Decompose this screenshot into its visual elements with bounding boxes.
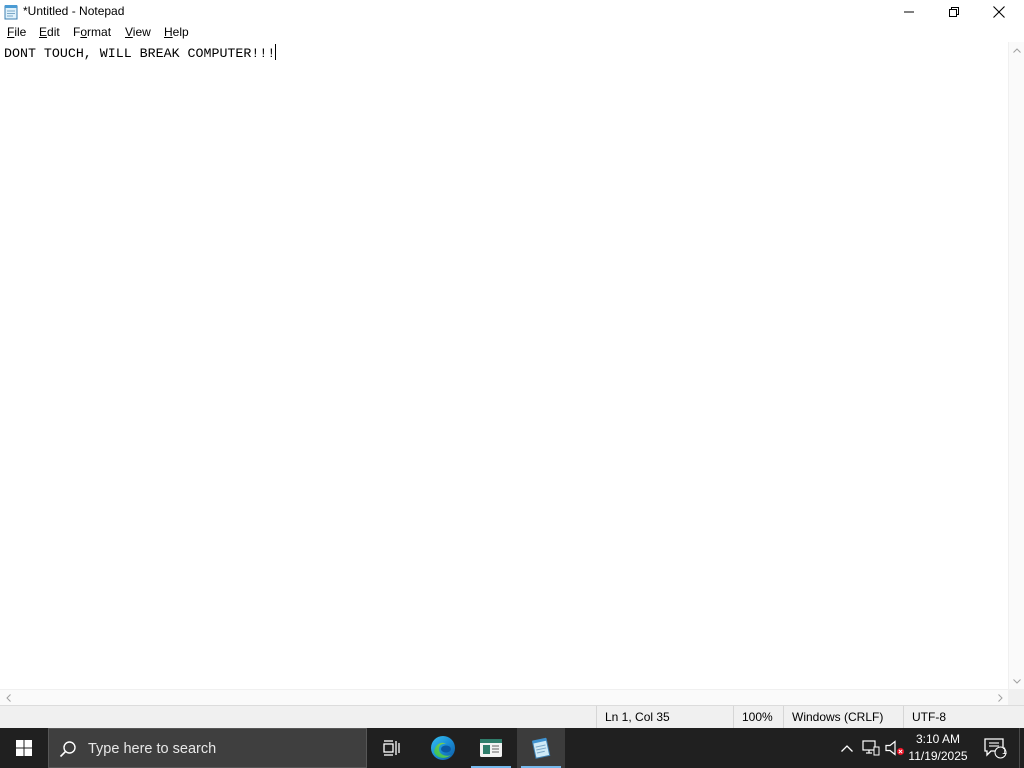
menu-file[interactable]: File bbox=[7, 25, 26, 40]
restore-button[interactable] bbox=[931, 0, 977, 23]
scroll-up-icon[interactable] bbox=[1009, 42, 1024, 58]
status-bar: Ln 1, Col 35 100% Windows (CRLF) UTF-8 bbox=[0, 705, 1024, 728]
notepad-icon bbox=[531, 737, 551, 759]
title-bar[interactable]: *Untitled - Notepad bbox=[0, 0, 1024, 23]
horizontal-scrollbar[interactable] bbox=[0, 689, 1008, 705]
menu-bar: File Edit Format View Help bbox=[0, 23, 1024, 42]
taskbar-edge[interactable] bbox=[419, 728, 467, 768]
edge-icon bbox=[431, 736, 455, 760]
taskbar: Type here to search 3:10 AM 11/19/2025 1 bbox=[0, 728, 1024, 768]
windows-logo-icon bbox=[16, 740, 32, 756]
network-button[interactable] bbox=[860, 728, 882, 768]
text-caret bbox=[275, 44, 277, 60]
taskbar-search-box[interactable]: Type here to search bbox=[48, 728, 367, 768]
status-position: Ln 1, Col 35 bbox=[596, 706, 733, 728]
close-icon bbox=[993, 5, 1005, 18]
news-icon bbox=[480, 739, 502, 757]
window-title: *Untitled - Notepad bbox=[23, 4, 125, 18]
chevron-up-icon bbox=[841, 744, 853, 752]
menu-edit[interactable]: Edit bbox=[39, 25, 60, 40]
scrollbar-corner bbox=[1008, 689, 1024, 705]
scroll-right-icon[interactable] bbox=[992, 690, 1008, 706]
vertical-scrollbar[interactable] bbox=[1008, 42, 1024, 689]
taskbar-news[interactable] bbox=[467, 728, 515, 768]
search-icon bbox=[59, 741, 76, 758]
clock[interactable]: 3:10 AM 11/19/2025 bbox=[900, 731, 976, 765]
menu-view[interactable]: View bbox=[125, 25, 151, 40]
close-button[interactable] bbox=[976, 0, 1022, 23]
search-placeholder: Type here to search bbox=[88, 741, 217, 757]
taskbar-notepad[interactable] bbox=[517, 728, 565, 768]
status-zoom: 100% bbox=[733, 706, 783, 728]
show-hidden-icons-button[interactable] bbox=[836, 728, 858, 768]
text-editor[interactable]: DONT TOUCH, WILL BREAK COMPUTER!!! bbox=[0, 42, 1008, 689]
notepad-icon[interactable] bbox=[3, 4, 19, 20]
notification-center-button[interactable]: 1 bbox=[980, 728, 1010, 768]
status-encoding: UTF-8 bbox=[903, 706, 1024, 728]
scroll-left-icon[interactable] bbox=[0, 690, 16, 706]
minimize-button[interactable] bbox=[886, 0, 932, 23]
task-view-button[interactable] bbox=[368, 728, 416, 768]
start-button[interactable] bbox=[0, 728, 48, 768]
restore-icon bbox=[949, 6, 959, 17]
editor-content[interactable]: DONT TOUCH, WILL BREAK COMPUTER!!! bbox=[4, 44, 277, 62]
menu-help[interactable]: Help bbox=[164, 25, 189, 40]
show-desktop-button[interactable] bbox=[1019, 728, 1024, 768]
clock-date: 11/19/2025 bbox=[908, 749, 968, 763]
clock-time: 3:10 AM bbox=[915, 732, 961, 746]
scroll-down-icon[interactable] bbox=[1009, 673, 1024, 689]
task-view-icon bbox=[383, 740, 400, 756]
status-line-ending: Windows (CRLF) bbox=[783, 706, 903, 728]
network-icon bbox=[862, 740, 880, 756]
minimize-icon bbox=[904, 11, 914, 12]
notification-count-badge: 1 bbox=[1001, 746, 1007, 756]
menu-format[interactable]: Format bbox=[73, 25, 111, 40]
